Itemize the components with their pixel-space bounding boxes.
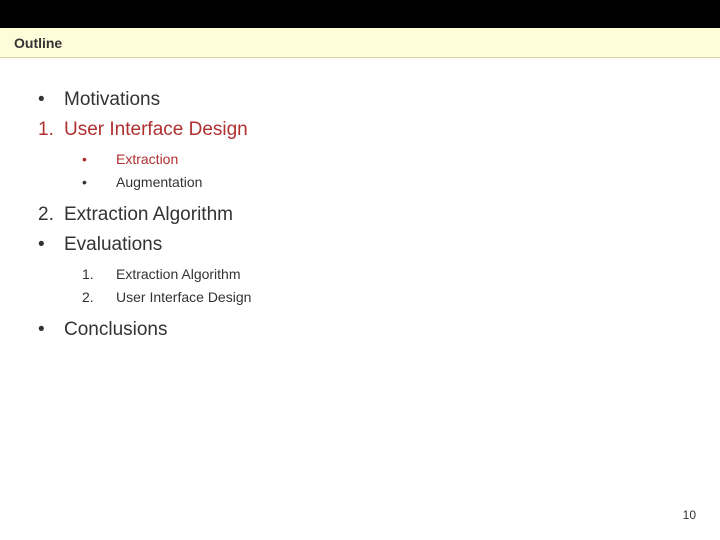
top-black-bar [0, 0, 720, 28]
list-item: 1. User Interface Design [30, 116, 690, 144]
list-text: Augmentation [110, 172, 690, 193]
sub-list-item: • Extraction [30, 149, 690, 170]
list-text: Evaluations [64, 231, 690, 259]
slide-content: • Motivations 1. User Interface Design •… [0, 58, 720, 344]
outline-list: • Motivations 1. User Interface Design •… [30, 86, 690, 344]
list-marker: 1. [30, 264, 110, 285]
list-text: Extraction Algorithm [64, 201, 690, 229]
sub-list: 1. Extraction Algorithm 2. User Interfac… [30, 264, 690, 308]
list-text: User Interface Design [110, 287, 690, 308]
list-marker: • [30, 316, 64, 344]
list-marker: • [30, 149, 110, 170]
list-marker: 2. [30, 201, 64, 229]
list-item: • Evaluations [30, 231, 690, 259]
list-item: 2. Extraction Algorithm [30, 201, 690, 229]
title-bar: Outline [0, 28, 720, 58]
list-text: Conclusions [64, 316, 690, 344]
slide-title: Outline [14, 35, 62, 51]
sub-list-item: 1. Extraction Algorithm [30, 264, 690, 285]
list-marker: • [30, 86, 64, 114]
list-marker: 1. [30, 116, 64, 144]
sub-list-item: 2. User Interface Design [30, 287, 690, 308]
list-marker: • [30, 172, 110, 193]
sub-list: • Extraction • Augmentation [30, 149, 690, 193]
list-marker: • [30, 231, 64, 259]
page-number: 10 [683, 508, 696, 522]
list-text: Motivations [64, 86, 690, 114]
list-text: Extraction [110, 149, 690, 170]
sub-list-item: • Augmentation [30, 172, 690, 193]
list-text: User Interface Design [64, 116, 690, 144]
list-item: • Motivations [30, 86, 690, 114]
list-text: Extraction Algorithm [110, 264, 690, 285]
list-item: • Conclusions [30, 316, 690, 344]
list-marker: 2. [30, 287, 110, 308]
